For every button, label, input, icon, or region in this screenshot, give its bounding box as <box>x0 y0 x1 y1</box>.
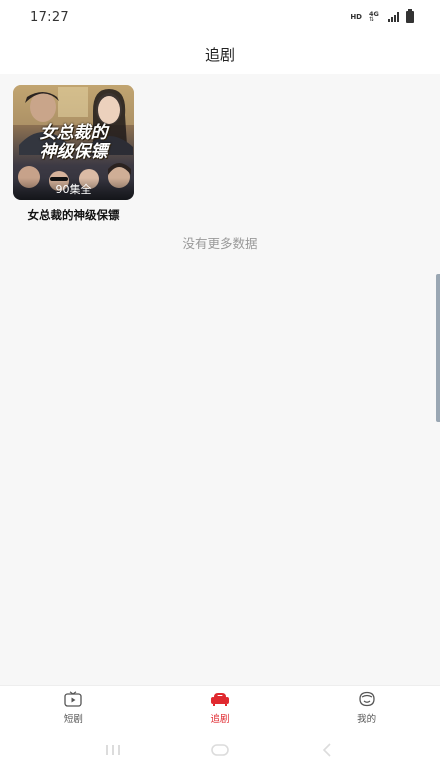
hd-indicator: HD <box>350 13 362 21</box>
recent-apps-button[interactable] <box>101 741 125 759</box>
back-button[interactable] <box>315 741 339 759</box>
tab-short-drama[interactable]: 短剧 <box>0 686 147 730</box>
data-arrows-icon: ⇅ <box>369 16 375 23</box>
status-time: 17:27 <box>30 9 69 25</box>
no-more-data-text: 没有更多数据 <box>182 236 258 251</box>
poster-title-line2: 神级保镖 <box>39 142 108 162</box>
status-icons: HD 4G ⇅ <box>350 9 414 23</box>
back-icon <box>322 742 331 757</box>
episode-count: 90集全 <box>55 183 92 196</box>
tab-profile[interactable]: 我的 <box>293 686 440 730</box>
battery-icon <box>406 9 414 23</box>
bottom-tab-bar: 短剧 追剧 我的 <box>0 685 440 730</box>
recent-apps-icon <box>106 744 121 755</box>
home-icon <box>211 743 229 756</box>
tab-label-short-drama: 短剧 <box>63 714 83 725</box>
tab-following[interactable]: 追剧 <box>147 686 294 730</box>
drama-poster[interactable]: 女总裁的 神级保镖 90集全 <box>13 85 134 200</box>
signal-icon <box>388 12 399 22</box>
tab-label-profile: 我的 <box>357 714 377 725</box>
page-title: 追剧 <box>204 45 235 64</box>
screen: 17:27 HD 4G ⇅ 追剧 女总裁的 神级保镖 90集全 女总裁的神级保镖… <box>0 0 440 770</box>
network-icon: 4G ⇅ <box>369 10 381 23</box>
drama-title[interactable]: 女总裁的神级保镖 <box>13 207 134 223</box>
status-bar: 17:27 HD 4G ⇅ <box>0 0 440 34</box>
scroll-handle[interactable] <box>436 274 440 422</box>
home-button[interactable] <box>208 741 232 759</box>
face-icon <box>359 691 375 707</box>
tab-label-following: 追剧 <box>210 714 230 725</box>
tv-icon <box>64 691 82 707</box>
header: 追剧 <box>0 34 440 74</box>
system-nav-bar <box>0 729 440 770</box>
sofa-icon <box>211 693 229 706</box>
poster-title: 女总裁的 神级保镖 <box>13 124 134 162</box>
episode-badge: 90集全 <box>13 178 134 200</box>
poster-title-line1: 女总裁的 <box>39 123 108 143</box>
content-area[interactable]: 女总裁的 神级保镖 90集全 女总裁的神级保镖 没有更多数据 <box>0 74 440 685</box>
drama-card[interactable]: 女总裁的 神级保镖 90集全 女总裁的神级保镖 <box>13 85 134 223</box>
